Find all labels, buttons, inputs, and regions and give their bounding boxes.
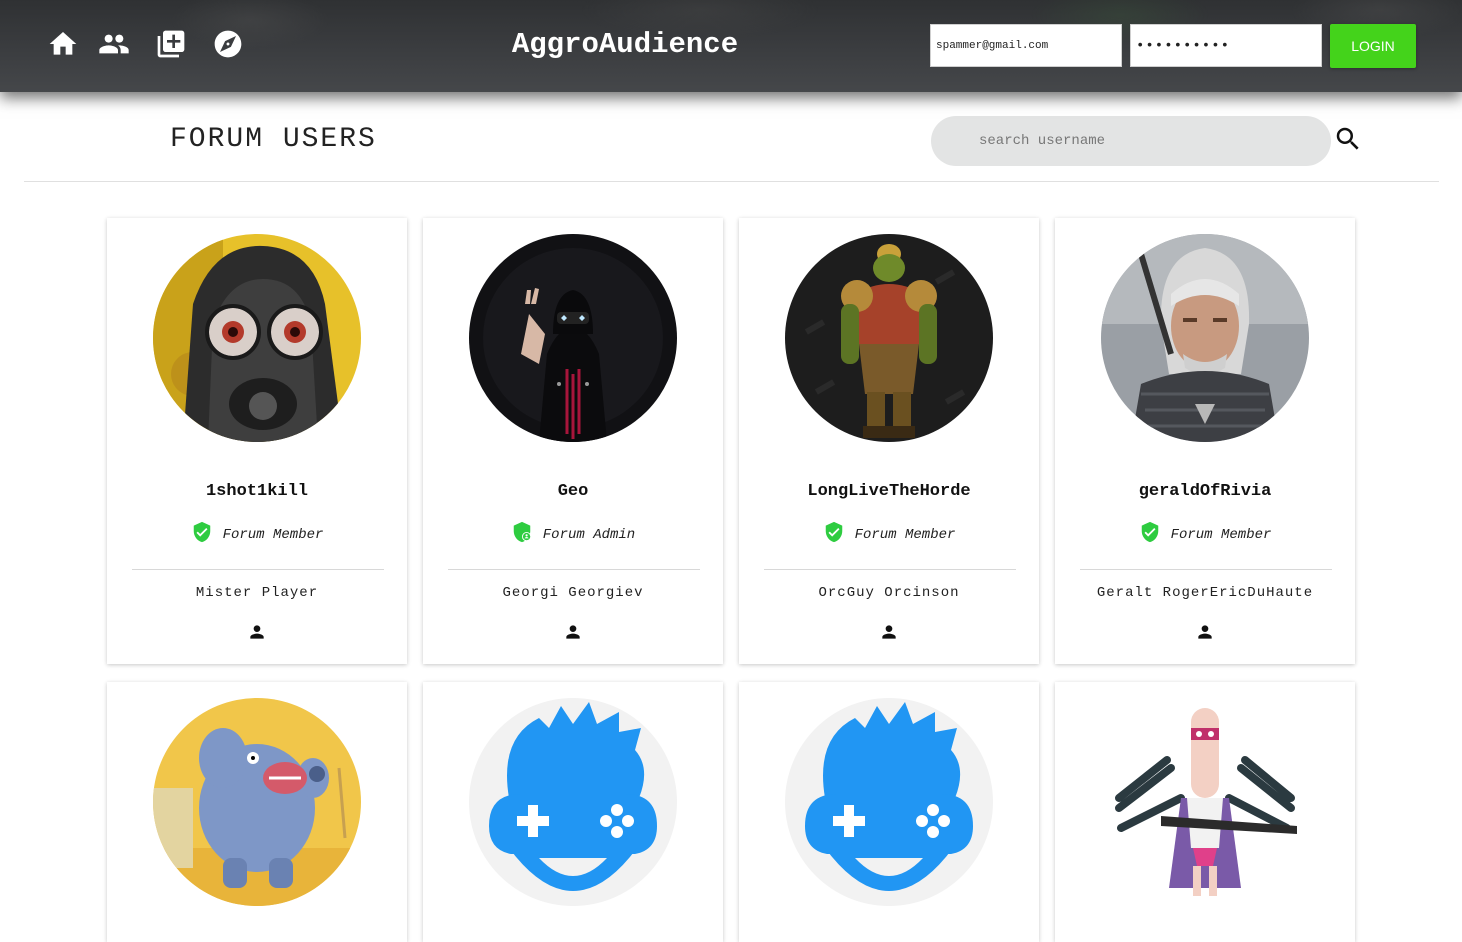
username[interactable]: Geo (423, 482, 723, 501)
card-divider (132, 569, 384, 570)
explore-icon[interactable] (212, 28, 244, 60)
users-icon[interactable] (98, 28, 130, 60)
gamepad-face-avatar[interactable] (785, 698, 993, 906)
add-post-icon[interactable] (155, 28, 187, 60)
role-label: Forum Member (854, 527, 956, 543)
user-role: Forum Member (739, 521, 1039, 548)
search-input[interactable] (931, 116, 1331, 166)
user-role: Forum Admin (423, 521, 723, 548)
user-card[interactable]: LongLiveTheHorde Forum Member OrcGuy Orc… (739, 218, 1039, 664)
email-field[interactable] (930, 24, 1122, 67)
sniper-character-avatar[interactable] (1101, 698, 1309, 906)
card-divider (764, 569, 1016, 570)
username[interactable]: LongLiveTheHorde (739, 482, 1039, 501)
user-card[interactable]: 1shot1kill Forum Member Mister Player (107, 218, 407, 664)
person-icon[interactable] (563, 622, 583, 642)
page-title: FORUM USERS (170, 124, 377, 155)
user-card[interactable]: geraldOfRivia Forum Member Geralt RogerE… (1055, 218, 1355, 664)
role-label: Forum Member (222, 527, 324, 543)
card-divider (1080, 569, 1332, 570)
person-icon[interactable] (879, 622, 899, 642)
verified-shield-icon (1139, 521, 1161, 543)
role-label: Forum Member (1170, 527, 1272, 543)
login-button[interactable]: LOGIN (1330, 24, 1416, 68)
password-field[interactable] (1130, 24, 1322, 67)
role-label: Forum Admin (542, 527, 636, 543)
admin-shield-icon (511, 521, 533, 543)
cartoon-yeti-avatar[interactable] (153, 698, 361, 906)
user-card[interactable] (739, 682, 1039, 942)
home-icon[interactable] (47, 28, 79, 60)
username[interactable]: 1shot1kill (107, 482, 407, 501)
card-divider (448, 569, 700, 570)
full-name: Georgi Georgiev (502, 585, 644, 601)
verified-shield-icon (191, 521, 213, 543)
user-role: Forum Member (1055, 521, 1355, 548)
user-card[interactable]: Geo Forum Admin Georgi Georgiev (423, 218, 723, 664)
orc-warrior-avatar[interactable] (785, 234, 993, 442)
search-icon[interactable] (1333, 124, 1363, 154)
person-icon[interactable] (247, 622, 267, 642)
verified-shield-icon (823, 521, 845, 543)
user-role: Forum Member (107, 521, 407, 548)
masked-figure-avatar[interactable] (469, 234, 677, 442)
full-name: OrcGuy Orcinson (818, 585, 960, 601)
user-card[interactable] (107, 682, 407, 942)
username[interactable]: geraldOfRivia (1055, 482, 1355, 501)
site-brand-title[interactable]: AggroAudience (480, 28, 770, 61)
top-navigation-bar: AggroAudience LOGIN (0, 0, 1462, 92)
person-icon[interactable] (1195, 622, 1215, 642)
user-card[interactable] (1055, 682, 1355, 942)
gas-mask-avatar[interactable] (153, 234, 361, 442)
full-name: Mister Player (195, 585, 319, 601)
gamepad-face-avatar[interactable] (469, 698, 677, 906)
user-card[interactable] (423, 682, 723, 942)
header-divider (24, 181, 1439, 182)
witcher-avatar[interactable] (1101, 234, 1309, 442)
full-name: Geralt RogerEricDuHaute (1096, 585, 1314, 601)
